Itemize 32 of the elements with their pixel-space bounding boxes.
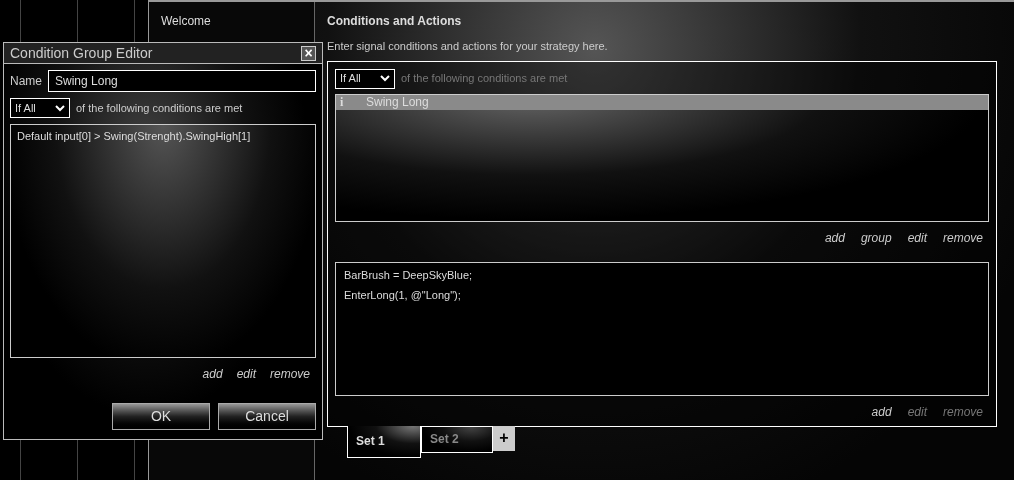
link[interactable]: add <box>824 228 845 247</box>
dialog-button[interactable]: Cancel <box>218 403 316 430</box>
dialog-title: Condition Group Editor <box>10 43 153 63</box>
condition-text: of the following conditions are met <box>401 71 568 87</box>
link[interactable]: edit <box>907 228 927 247</box>
add-tab-button[interactable]: + <box>493 425 515 451</box>
code-line: EnterLong(1, @"Long"); <box>344 288 462 303</box>
actions-editor[interactable]: BarBrush = DeepSkyBlue; EnterLong(1, @"Long"); <box>335 261 989 396</box>
link[interactable]: add <box>202 365 223 383</box>
link[interactable]: remove <box>270 365 310 383</box>
code-line: BarBrush = DeepSkyBlue; <box>344 267 474 283</box>
condition-mode-dropdown[interactable]: If All <box>335 68 395 89</box>
link[interactable]: remove <box>943 228 983 247</box>
section-description: Enter signal conditions and actions for your strategy here. <box>327 39 609 54</box>
tab[interactable]: Set 1 <box>347 425 421 458</box>
link[interactable]: group <box>860 228 892 247</box>
name-field[interactable]: Swing Long <box>48 70 316 92</box>
close-button[interactable]: × <box>301 45 316 61</box>
condition-text: of the following conditions are met <box>76 100 243 116</box>
chevron-icon <box>55 104 65 112</box>
condition-label: Swing Long <box>366 94 429 111</box>
dialog-button[interactable]: OK <box>112 403 210 430</box>
name-label: Name <box>10 73 42 90</box>
chevron-icon <box>380 75 390 82</box>
tab[interactable]: Set 2 <box>421 425 493 453</box>
sidebar-item[interactable]: Welcome <box>161 12 314 30</box>
link[interactable]: add <box>871 402 892 421</box>
section-title: Conditions and Actions <box>327 13 463 30</box>
condition-mode-dropdown[interactable]: If All <box>10 98 70 118</box>
info-icon: i <box>340 93 346 111</box>
link[interactable]: edit <box>236 365 256 383</box>
condition-row[interactable]: Default input[0] > Swing(Strenght).SwingHigh[1] <box>17 128 309 145</box>
